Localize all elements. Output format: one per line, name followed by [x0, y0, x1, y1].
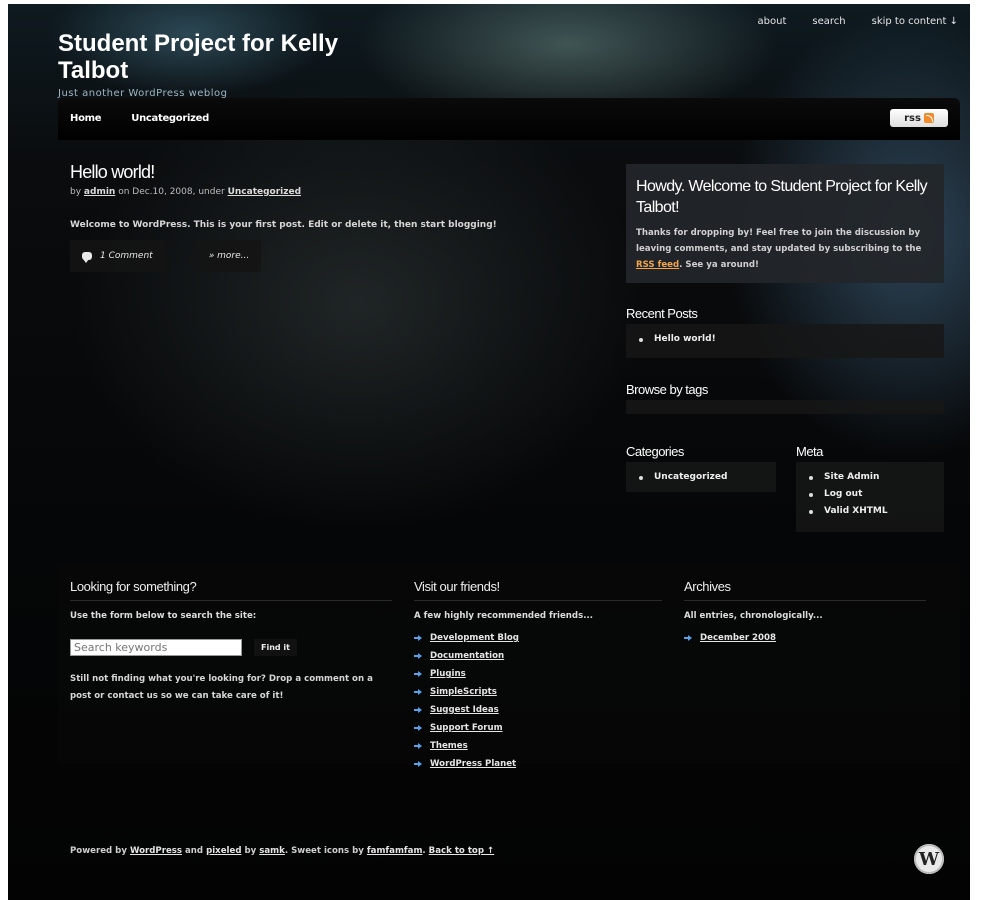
wordpress-logo-icon[interactable]: W — [914, 844, 944, 874]
famfamfam-link[interactable]: famfamfam — [367, 846, 422, 856]
friends-widget-title: Visit our friends! — [414, 579, 662, 601]
arrow-right-icon — [414, 761, 422, 767]
meta-item-site-admin[interactable]: Site Admin — [796, 472, 944, 482]
rss-icon — [923, 113, 934, 123]
welcome-text: Thanks for dropping by! Feel free to joi… — [636, 228, 922, 270]
post-body: Welcome to WordPress. This is your first… — [70, 220, 497, 230]
friend-link-development-blog[interactable]: Development Blog — [414, 633, 662, 643]
recent-post-item[interactable]: Hello world! — [626, 334, 944, 344]
friends-widget-subtitle: A few highly recommended friends... — [414, 611, 593, 621]
page-frame: Student Project for Kelly Talbot Just an… — [8, 4, 970, 900]
arrow-right-icon — [414, 635, 422, 641]
friend-link-simplescripts[interactable]: SimpleScripts — [414, 687, 662, 697]
post-author-link[interactable]: admin — [84, 187, 115, 197]
arrow-right-icon — [684, 635, 692, 641]
tags-box — [626, 400, 944, 414]
arrow-right-icon — [414, 653, 422, 659]
archives-widget-subtitle: All entries, chronologically... — [684, 611, 823, 621]
footer-credits: Powered by WordPress and pixeled by samk… — [70, 846, 495, 856]
skip-to-content-link[interactable]: skip to content ↓ — [872, 16, 958, 27]
pixeled-link[interactable]: pixeled — [206, 846, 241, 856]
more-button[interactable]: » more... — [196, 240, 262, 272]
search-input[interactable] — [70, 639, 242, 656]
top-links: about search skip to content ↓ — [758, 16, 958, 27]
archive-link-december-2008[interactable]: December 2008 — [684, 633, 926, 643]
search-widget-note: Still not finding what you're looking fo… — [70, 674, 373, 701]
about-link[interactable]: about — [758, 16, 787, 27]
footer-search-widget: Looking for something? Use the form belo… — [70, 579, 392, 705]
recent-posts-box: Hello world! — [626, 324, 944, 358]
search-link[interactable]: search — [812, 16, 845, 27]
archives-widget-title: Archives — [684, 579, 926, 601]
post-title[interactable]: Hello world! — [70, 162, 610, 183]
samk-link[interactable]: samk — [259, 846, 285, 856]
friend-link-support-forum[interactable]: Support Forum — [414, 723, 662, 733]
arrow-right-icon — [414, 671, 422, 677]
tags-title: Browse by tags — [626, 382, 708, 397]
categories-title: Categories — [626, 444, 684, 459]
wordpress-link[interactable]: WordPress — [130, 846, 182, 856]
meta-title: Meta — [796, 444, 823, 459]
search-widget-subtitle: Use the form below to search the site: — [70, 611, 257, 621]
friend-link-documentation[interactable]: Documentation — [414, 651, 662, 661]
categories-box: Uncategorized — [626, 462, 776, 492]
post-meta: by admin on Dec.10, 2008, under Uncatego… — [70, 187, 302, 197]
post-category-link[interactable]: Uncategorized — [228, 187, 301, 197]
footer-archives-widget: Archives All entries, chronologically...… — [684, 579, 926, 651]
rss-feed-link[interactable]: RSS feed — [636, 260, 679, 270]
back-to-top-link[interactable]: Back to top ↑ — [429, 846, 495, 856]
rss-label: rss — [904, 112, 921, 124]
footer-friends-widget: Visit our friends! A few highly recommen… — [414, 579, 662, 777]
arrow-right-icon — [414, 743, 422, 749]
site-title[interactable]: Student Project for Kelly Talbot — [58, 30, 398, 84]
comment-icon — [82, 252, 92, 263]
search-widget-title: Looking for something? — [70, 579, 392, 601]
arrow-right-icon — [414, 725, 422, 731]
arrow-right-icon — [414, 689, 422, 695]
nav-item-uncategorized[interactable]: Uncategorized — [131, 113, 209, 124]
nav-item-home[interactable]: Home — [70, 113, 102, 124]
friend-link-plugins[interactable]: Plugins — [414, 669, 662, 679]
friend-link-themes[interactable]: Themes — [414, 741, 662, 751]
more-label: » more... — [208, 251, 250, 261]
main-navigation: Home Uncategorized rss — [58, 98, 960, 140]
comments-label: 1 Comment — [100, 251, 153, 261]
welcome-title: Howdy. Welcome to Student Project for Ke… — [636, 178, 928, 216]
rss-button[interactable]: rss — [890, 109, 948, 127]
arrow-right-icon — [414, 707, 422, 713]
meta-box: Site Admin Log out Valid XHTML — [796, 462, 944, 532]
find-button[interactable]: Find it — [254, 639, 297, 656]
welcome-box: Howdy. Welcome to Student Project for Ke… — [626, 164, 944, 283]
meta-item-log-out[interactable]: Log out — [796, 489, 944, 499]
post: Hello world! by admin on Dec.10, 2008, u… — [70, 162, 610, 272]
friend-link-suggest-ideas[interactable]: Suggest Ideas — [414, 705, 662, 715]
meta-item-valid-xhtml[interactable]: Valid XHTML — [796, 506, 944, 516]
recent-posts-title: Recent Posts — [626, 306, 698, 321]
comments-button[interactable]: 1 Comment — [70, 240, 165, 272]
friend-link-wordpress-planet[interactable]: WordPress Planet — [414, 759, 662, 769]
category-item[interactable]: Uncategorized — [626, 472, 776, 482]
